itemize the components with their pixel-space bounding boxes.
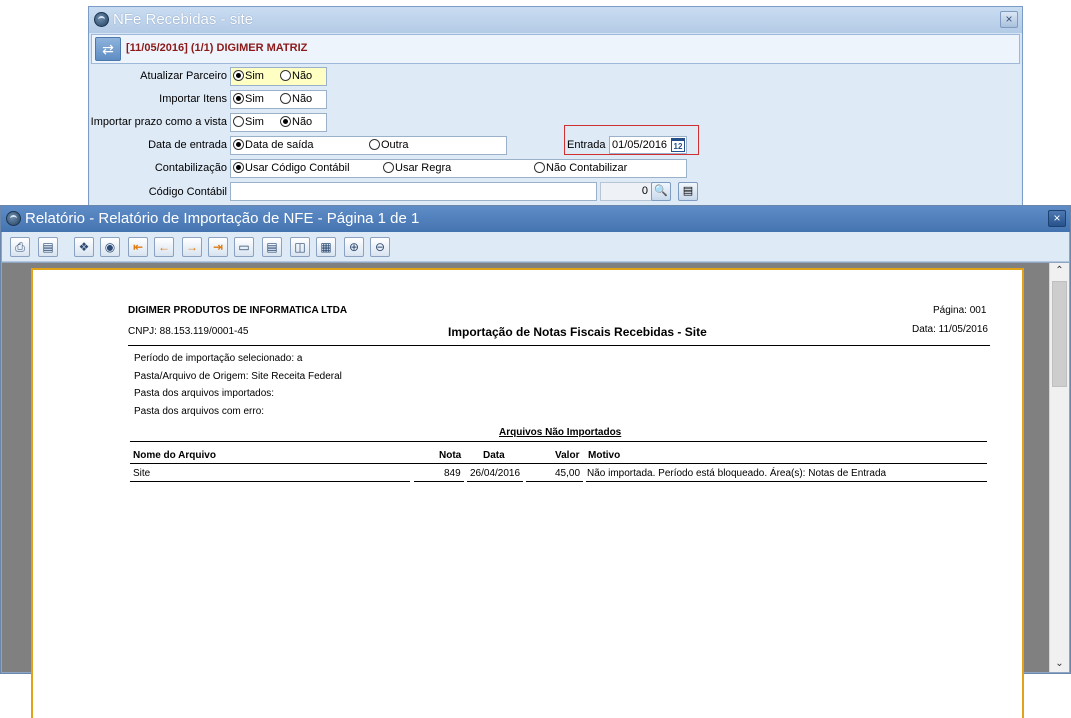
report-toolbar: ⎙ ▤ ❖ ◉ ⇤ ← → ⇥ ▭ ▤ ◫ ▦ ⊕ ⊖ [2,232,1069,262]
report-window-title: Relatório - Relatório de Importação de N… [25,210,420,227]
importar-itens-label: Importar Itens [159,93,227,105]
atualizar-parceiro-sim-radio[interactable]: Sim [233,70,264,82]
report-company-name: DIGIMER PRODUTOS DE INFORMATICA LTDA [128,305,348,316]
codigo-contabil-number[interactable]: 0 [600,182,652,201]
report-info-line: Pasta/Arquivo de Origem: Site Receita Fe… [134,371,342,382]
codigo-contabil-label: Código Contábil [148,186,227,198]
row-underline [526,481,583,482]
report-page-number: Página: 001 [933,305,987,316]
zoom-in-icon[interactable]: ⊕ [344,237,364,257]
outra-radio[interactable]: Outra [369,139,409,151]
importar-prazo-label: Importar prazo como a vista [90,116,227,128]
print-icon[interactable]: ⎙ [10,237,30,257]
section-title: Arquivos Não Importados [499,427,622,438]
report-cnpj: CNPJ: 88.153.119/0001-45 [128,326,249,337]
scroll-down-icon[interactable]: ⌄ [1050,656,1069,672]
last-page-icon[interactable]: ⇥ [208,237,228,257]
importar-prazo-sim-radio[interactable]: Sim [233,116,264,128]
data-entrada-label: Data de entrada [148,139,227,151]
export-icon[interactable]: ▤ [38,237,58,257]
report-window-titlebar[interactable]: Relatório - Relatório de Importação de N… [1,206,1070,232]
next-page-icon[interactable]: → [182,237,202,257]
importar-itens-nao-radio[interactable]: Não [280,93,312,105]
data-saida-radio[interactable]: Data de saída [233,139,314,151]
nfe-window-title: NFe Recebidas - site [113,11,254,28]
contabilizacao-group: Usar Código Contábil Usar Regra Não Cont… [230,159,687,178]
usar-regra-radio[interactable]: Usar Regra [383,162,451,174]
two-pages-icon[interactable]: ◫ [290,237,310,257]
codigo-contabil-input[interactable] [230,182,597,201]
atualizar-parceiro-nao-radio[interactable]: Não [280,70,312,82]
company-header-strip: ⇄ [11/05/2016] (1/1) DIGIMER MATRIZ [91,34,1020,64]
report-info-line: Período de importação selecionado: a [134,353,303,364]
usar-codigo-contabil-radio[interactable]: Usar Código Contábil [233,162,350,174]
report-window: Relatório - Relatório de Importação de N… [0,205,1071,718]
section-divider [130,441,987,442]
importar-itens-group: Sim Não [230,90,327,109]
importar-itens-sim-radio[interactable]: Sim [233,93,264,105]
page-setup-icon[interactable]: ▤ [262,237,282,257]
report-date: Data: 11/05/2016 [912,324,988,335]
row-nome-arquivo: Site [133,468,151,479]
column-header-data: Data [483,450,505,461]
find-icon[interactable]: ◉ [100,237,120,257]
report-page: DIGIMER PRODUTOS DE INFORMATICA LTDA Pág… [31,268,1024,718]
list-card-icon[interactable]: ▤ [678,182,698,201]
importar-prazo-group: Sim Não [230,113,327,132]
scroll-up-icon[interactable]: ⌃ [1050,263,1069,279]
nfe-window-titlebar[interactable]: NFe Recebidas - site × [89,7,1022,33]
nfe-recebidas-window: NFe Recebidas - site × ⇄ [11/05/2016] (1… [88,6,1023,226]
multi-page-icon[interactable]: ▦ [316,237,336,257]
zoom-out-icon[interactable]: ⊖ [370,237,390,257]
contabilizacao-label: Contabilização [154,162,227,174]
report-info-line: Pasta dos arquivos com erro: [134,406,265,417]
company-header-text: [11/05/2016] (1/1) DIGIMER MATRIZ [126,42,308,54]
report-viewer[interactable]: DIGIMER PRODUTOS DE INFORMATICA LTDA Pág… [2,263,1069,718]
column-header-motivo: Motivo [588,450,621,461]
single-page-icon[interactable]: ▭ [234,237,254,257]
table-header-divider [130,463,987,464]
previous-page-icon[interactable]: ← [154,237,174,257]
data-entrada-group: Data de saída Outra [230,136,507,155]
app-logo-icon [94,12,109,27]
swap-arrows-icon[interactable]: ⇄ [95,37,121,61]
report-window-close-button[interactable]: × [1048,210,1066,227]
importar-prazo-nao-radio[interactable]: Não [280,116,312,128]
row-data: 26/04/2016 [470,468,521,479]
nfe-window-close-button[interactable]: × [1000,11,1018,28]
report-vertical-scrollbar[interactable]: ⌃ ⌄ [1049,263,1069,672]
report-info-line: Pasta dos arquivos importados: [134,388,275,399]
app-logo-icon [6,211,21,226]
row-underline [586,481,987,482]
search-icon[interactable]: 🔍 [651,182,671,201]
atualizar-parceiro-group: Sim Não [230,67,327,86]
report-title: Importação de Notas Fiscais Recebidas - … [448,325,707,339]
row-underline [130,481,410,482]
calendar-icon[interactable]: 12 [671,138,685,152]
row-valor: 45,00 [555,468,581,479]
nao-contabilizar-radio[interactable]: Não Contabilizar [534,162,627,174]
report-header-divider [128,345,990,346]
entrada-label: Entrada [567,139,606,151]
row-nota: 849 [444,468,461,479]
column-header-nota: Nota [439,450,462,461]
search-text-icon[interactable]: ❖ [74,237,94,257]
column-header-nome: Nome do Arquivo [133,450,216,461]
row-underline [414,481,464,482]
row-underline [467,481,523,482]
column-header-valor: Valor [555,450,580,461]
atualizar-parceiro-label: Atualizar Parceiro [140,70,227,82]
first-page-icon[interactable]: ⇤ [128,237,148,257]
row-motivo: Não importada. Período está bloqueado. Á… [587,468,887,479]
scroll-thumb[interactable] [1052,281,1067,387]
